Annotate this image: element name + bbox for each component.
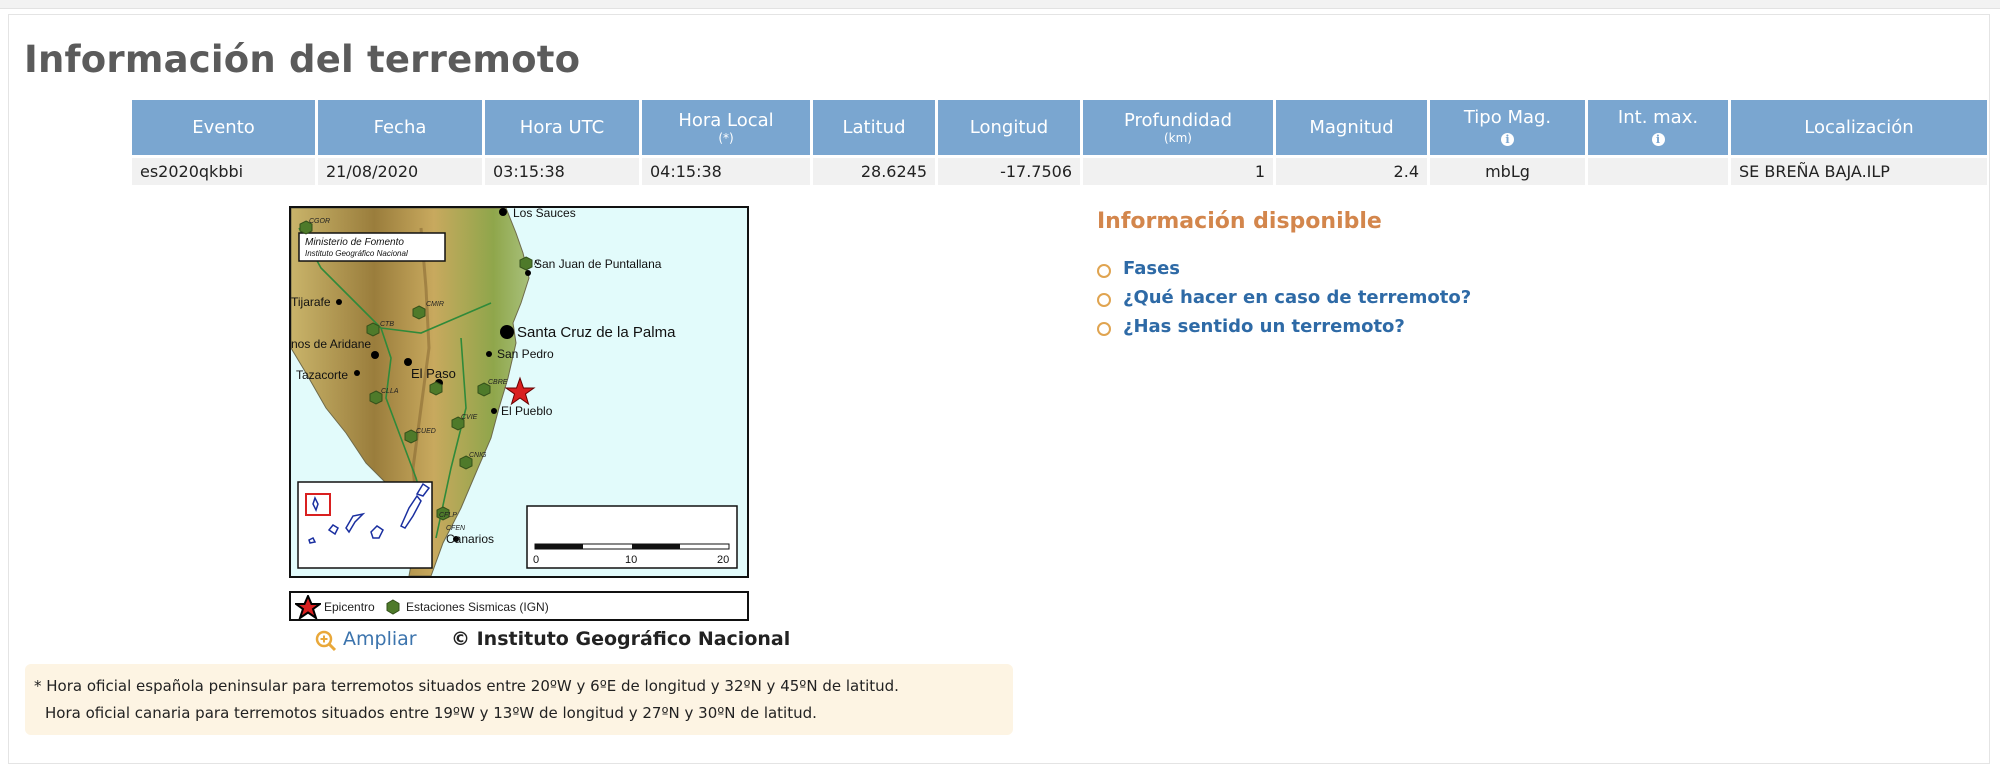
town-dot: [491, 408, 497, 414]
cell-tipo-mag: mbLg: [1430, 155, 1585, 185]
station-marker: [519, 256, 533, 271]
list-item: ¿Has sentido un terremoto?: [1095, 316, 1471, 345]
cell-hora-local: 04:15:38: [642, 155, 810, 185]
top-border: [0, 0, 2000, 9]
station-marker: [366, 322, 380, 337]
scale-bar-segment: [632, 544, 680, 549]
station-label: CNIG: [469, 452, 487, 459]
station-label: CLLA: [381, 388, 399, 395]
circle-bullet-icon: [1097, 293, 1111, 307]
table-row: es2020qkbbi 21/08/2020 03:15:38 04:15:38…: [132, 155, 1987, 185]
epicenter-map[interactable]: Ministerio de Fomento Instituto Geográfi…: [289, 206, 749, 578]
available-info-list: Fases ¿Qué hacer en caso de terremoto? ¿…: [1095, 258, 1471, 345]
cell-longitud: -17.7506: [938, 155, 1080, 185]
legend-stations-label: Estaciones Sismicas (IGN): [406, 600, 549, 614]
map-credit-line1: Ministerio de Fomento: [305, 237, 404, 248]
cell-evento: es2020qkbbi: [132, 155, 315, 185]
place-el-paso: El Paso: [411, 366, 456, 381]
station-label: CFLP: [439, 512, 457, 519]
place-tijarafe: Tijarafe: [291, 295, 331, 309]
cell-int-max: [1588, 155, 1728, 185]
header-longitud: Longitud: [938, 100, 1080, 155]
header-evento: Evento: [132, 100, 315, 155]
station-label: CBRE: [488, 379, 508, 386]
note-line-1: * Hora oficial española peninsular para …: [34, 677, 899, 695]
header-hora-local: Hora Local (*): [642, 100, 810, 155]
tipo-mag-info-icon[interactable]: i: [1501, 132, 1514, 146]
epicenter-legend-icon: [295, 595, 321, 619]
cell-magnitud: 2.4: [1276, 155, 1427, 185]
station-label: CVIE: [461, 414, 478, 421]
place-puntallana: San Juan de Puntallana: [534, 257, 662, 271]
town-dot: [525, 270, 531, 276]
legend-epicenter-label: Epicentro: [324, 600, 375, 614]
station-label: CGOR: [309, 218, 330, 225]
station-label: CMIR: [426, 301, 444, 308]
station-legend-icon: [386, 599, 400, 615]
cell-fecha: 21/08/2020: [318, 155, 482, 185]
note-line-2: Hora oficial canaria para terremotos sit…: [45, 704, 817, 722]
cell-localizacion: SE BREÑA BAJA.ILP: [1731, 155, 1987, 185]
place-santa-cruz: Santa Cruz de la Palma: [517, 324, 676, 341]
page-title: Información del terremoto: [24, 38, 581, 81]
map-legend: Epicentro Estaciones Sismicas (IGN): [289, 591, 749, 621]
header-hora-utc: Hora UTC: [485, 100, 639, 155]
town-dot: [500, 325, 514, 339]
header-int-max-label: Int. max.: [1617, 106, 1699, 128]
header-localizacion: Localización: [1731, 100, 1987, 155]
header-profundidad: Profundidad (km): [1083, 100, 1273, 155]
header-profundidad-label: Profundidad: [1123, 109, 1233, 131]
town-dot: [371, 351, 379, 359]
station-label: CTB: [380, 321, 394, 328]
place-el-pueblo: El Pueblo: [501, 404, 553, 418]
map-graphic: Ministerio de Fomento Instituto Geográfi…: [291, 208, 747, 576]
scale-min: 0: [533, 554, 539, 566]
header-fecha: Fecha: [318, 100, 482, 155]
town-dot: [354, 370, 360, 376]
place-los-sauces: Los Sauces: [513, 208, 576, 220]
circle-bullet-icon: [1097, 264, 1111, 278]
town-dot: [486, 351, 492, 357]
place-tazacorte: Tazacorte: [296, 368, 348, 382]
list-item: Fases: [1095, 258, 1471, 287]
map-copyright: © Instituto Geográfico Nacional: [451, 628, 791, 650]
station-label: CFEN: [446, 525, 466, 532]
town-dot: [336, 299, 342, 305]
town-dot: [499, 208, 507, 216]
header-profundidad-unit: (km): [1163, 130, 1192, 145]
link-has-sentido[interactable]: ¿Has sentido un terremoto?: [1123, 316, 1405, 337]
place-canarios: Canarios: [446, 532, 494, 546]
place-san-pedro: San Pedro: [497, 347, 554, 361]
header-latitud: Latitud: [813, 100, 935, 155]
header-hora-local-label: Hora Local: [678, 109, 774, 131]
header-tipo-mag-label: Tipo Mag.: [1463, 106, 1552, 128]
scale-mid: 10: [625, 554, 637, 566]
table-header-row: Evento Fecha Hora UTC Hora Local (*) Lati…: [132, 100, 1987, 155]
earthquake-table: Evento Fecha Hora UTC Hora Local (*) Lati…: [129, 100, 1990, 185]
header-magnitud: Magnitud: [1276, 100, 1427, 155]
header-tipo-mag: Tipo Mag. i: [1430, 100, 1585, 155]
link-que-hacer[interactable]: ¿Qué hacer en caso de terremoto?: [1123, 287, 1471, 308]
scale-bar-segment: [535, 544, 583, 549]
timezone-note: * Hora oficial española peninsular para …: [25, 664, 1013, 735]
place-aridane: nos de Aridane: [291, 337, 371, 351]
cell-hora-utc: 03:15:38: [485, 155, 639, 185]
link-fases[interactable]: Fases: [1123, 258, 1180, 279]
circle-bullet-icon: [1097, 322, 1111, 336]
station-label: CUED: [416, 428, 436, 435]
cell-profundidad: 1: [1083, 155, 1273, 185]
scale-max: 20: [717, 554, 729, 566]
town-dot: [404, 358, 412, 366]
station-marker: [412, 305, 426, 320]
map-credit-line2: Instituto Geográfico Nacional: [305, 249, 408, 258]
ampliar-link[interactable]: Ampliar: [343, 628, 417, 650]
zoom-in-icon[interactable]: [315, 630, 337, 652]
header-hora-local-note: (*): [718, 130, 734, 145]
int-max-info-icon[interactable]: i: [1651, 132, 1665, 146]
station-marker: [429, 381, 443, 396]
available-info-title: Información disponible: [1097, 209, 1382, 234]
header-int-max: Int. max. i: [1588, 100, 1728, 155]
list-item: ¿Qué hacer en caso de terremoto?: [1095, 287, 1471, 316]
cell-latitud: 28.6245: [813, 155, 935, 185]
